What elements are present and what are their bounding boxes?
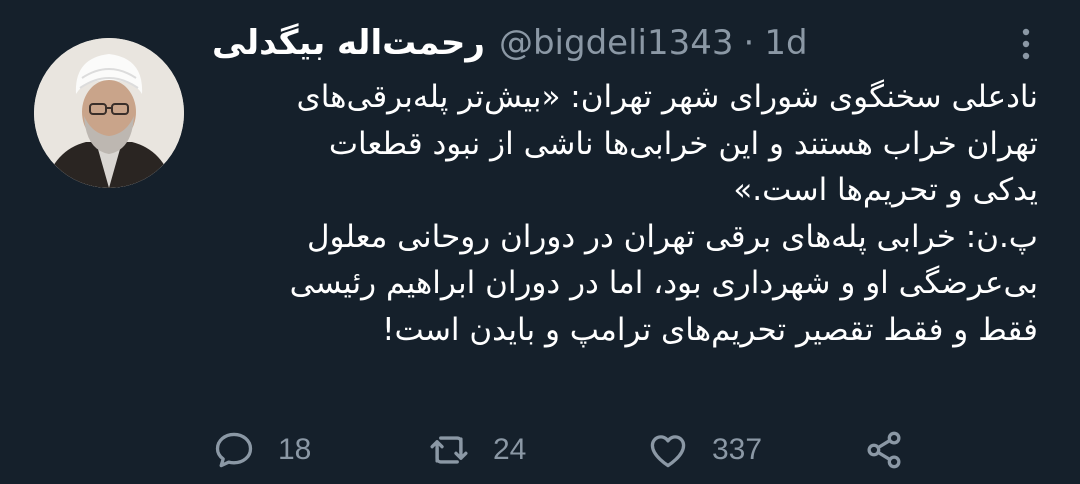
tweet-text-line: پ.ن: خرابی پله‌های برقی تهران در دوران ر… [306, 218, 1038, 255]
author-display-name[interactable]: رحمت‌اله بیگدلی [212, 23, 485, 63]
retweet-button[interactable]: 24 [427, 424, 526, 476]
avatar-image [34, 38, 184, 188]
more-options-button[interactable] [1016, 24, 1036, 64]
tweet-text-line: نادعلی سخنگوی شورای شهر تهران: «بیش‌تر پ… [296, 79, 1038, 115]
tweet-header: رحمت‌اله بیگدلی @bigdeli1343 · 1d [212, 18, 808, 68]
tweet-text-line: فقط و فقط تقصیر تحریم‌های ترامپ و بایدن … [382, 311, 1038, 348]
tweet-timestamp[interactable]: 1d [764, 23, 807, 63]
avatar[interactable] [34, 38, 184, 188]
tweet-card[interactable]: رحمت‌اله بیگدلی @bigdeli1343 · 1d نادعلی… [0, 0, 1080, 484]
tweet-text: نادعلی سخنگوی شورای شهر تهران: «بیش‌تر پ… [212, 74, 1038, 353]
reply-button[interactable]: 18 [212, 424, 311, 476]
share-button[interactable] [862, 424, 906, 476]
tweet-text-line: تهران خراب هستند و این خرابی‌ها ناشی از … [328, 125, 1038, 162]
reply-count: 18 [278, 433, 312, 466]
heart-icon [650, 435, 686, 468]
author-handle[interactable]: @bigdeli1343 [499, 23, 734, 63]
tweet-text-line: بی‌عرضگی او و شهرداری بود، اما در دوران … [289, 265, 1038, 301]
tweet-actions: 18 24 337 [212, 424, 932, 476]
tweet-text-line: یدکی و تحریم‌ها است.» [733, 172, 1038, 208]
retweet-count: 24 [493, 433, 527, 466]
share-icon [867, 431, 901, 469]
separator-dot: · [743, 23, 755, 63]
like-button[interactable]: 337 [646, 424, 762, 476]
like-count: 337 [712, 433, 763, 466]
more-vertical-icon [1022, 28, 1030, 60]
reply-icon [215, 432, 253, 468]
retweet-icon [430, 436, 468, 464]
